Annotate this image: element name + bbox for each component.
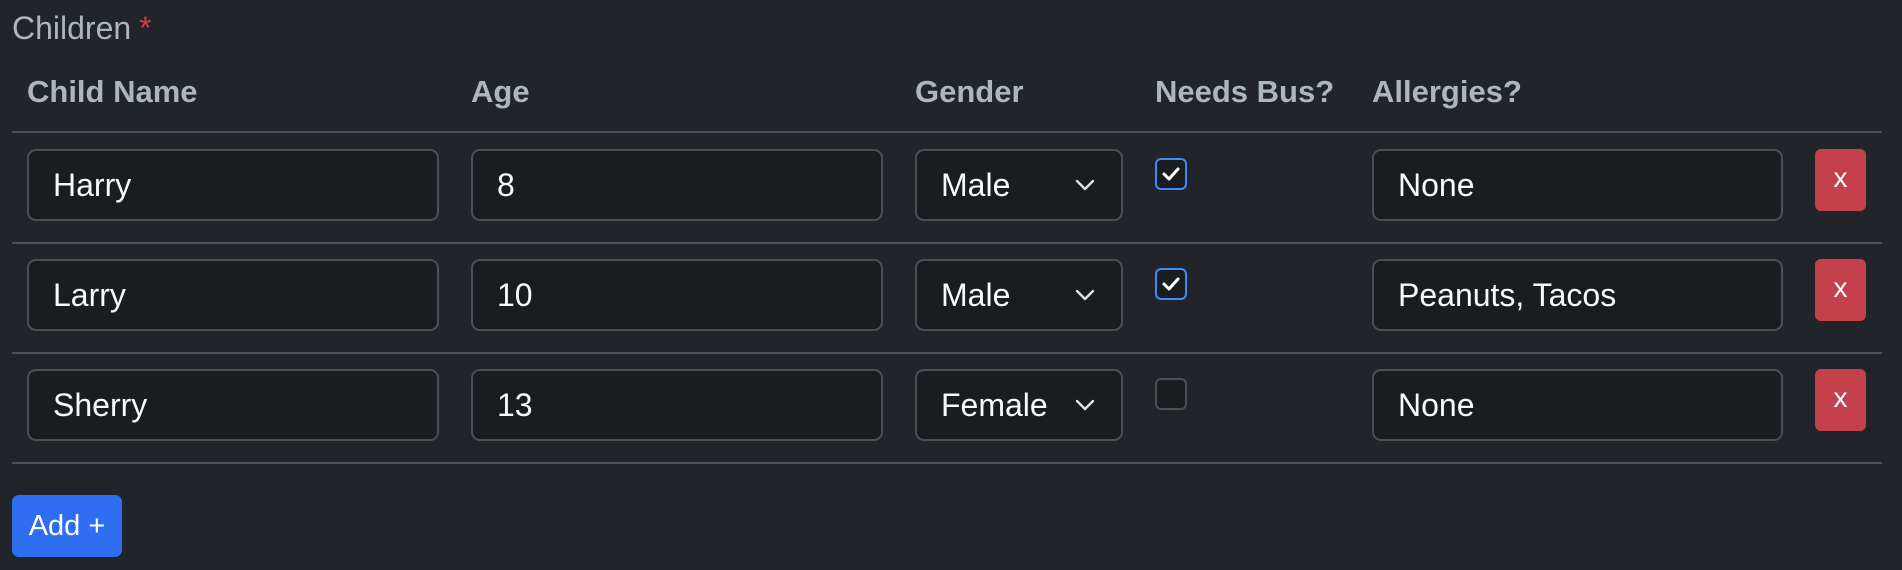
needs-bus-checkbox[interactable]: [1155, 268, 1187, 300]
gender-select-value: Female: [941, 386, 1048, 423]
header-gender: Gender: [915, 74, 1024, 109]
chevron-down-icon: [1075, 399, 1095, 411]
children-form-section: Children * Child Name Age Gender Needs Bu…: [0, 0, 1902, 570]
remove-child-button[interactable]: x: [1815, 149, 1866, 211]
chevron-down-icon: [1075, 179, 1095, 191]
add-child-button[interactable]: Add +: [12, 495, 122, 557]
divider: [12, 462, 1882, 464]
check-icon: [1162, 167, 1180, 181]
gender-select[interactable]: Male: [915, 259, 1123, 331]
gender-select[interactable]: Male: [915, 149, 1123, 221]
age-input[interactable]: 13: [471, 369, 883, 441]
required-asterisk: *: [139, 10, 152, 46]
remove-child-button[interactable]: x: [1815, 369, 1866, 431]
section-label: Children *: [12, 6, 152, 50]
needs-bus-checkbox[interactable]: [1155, 158, 1187, 190]
age-input[interactable]: 8: [471, 149, 883, 221]
child-name-input[interactable]: Sherry: [27, 369, 439, 441]
header-age: Age: [471, 74, 530, 109]
gender-select[interactable]: Female: [915, 369, 1123, 441]
needs-bus-checkbox[interactable]: [1155, 378, 1187, 410]
table-row: Larry 10 Male Peanuts, Tacos x: [0, 242, 1902, 352]
header-allergies: Allergies?: [1372, 74, 1522, 109]
gender-select-value: Male: [941, 166, 1011, 203]
remove-child-button[interactable]: x: [1815, 259, 1866, 321]
header-child-name: Child Name: [27, 74, 198, 109]
check-icon: [1162, 277, 1180, 291]
table-row: Harry 8 Male None x: [0, 132, 1902, 242]
child-name-input[interactable]: Larry: [27, 259, 439, 331]
age-input[interactable]: 10: [471, 259, 883, 331]
allergies-input[interactable]: None: [1372, 149, 1783, 221]
table-row: Sherry 13 Female None x: [0, 352, 1902, 462]
chevron-down-icon: [1075, 289, 1095, 301]
allergies-input[interactable]: Peanuts, Tacos: [1372, 259, 1783, 331]
header-needs-bus: Needs Bus?: [1155, 74, 1335, 109]
gender-select-value: Male: [941, 276, 1011, 313]
section-label-text: Children: [12, 10, 132, 46]
child-name-input[interactable]: Harry: [27, 149, 439, 221]
allergies-input[interactable]: None: [1372, 369, 1783, 441]
